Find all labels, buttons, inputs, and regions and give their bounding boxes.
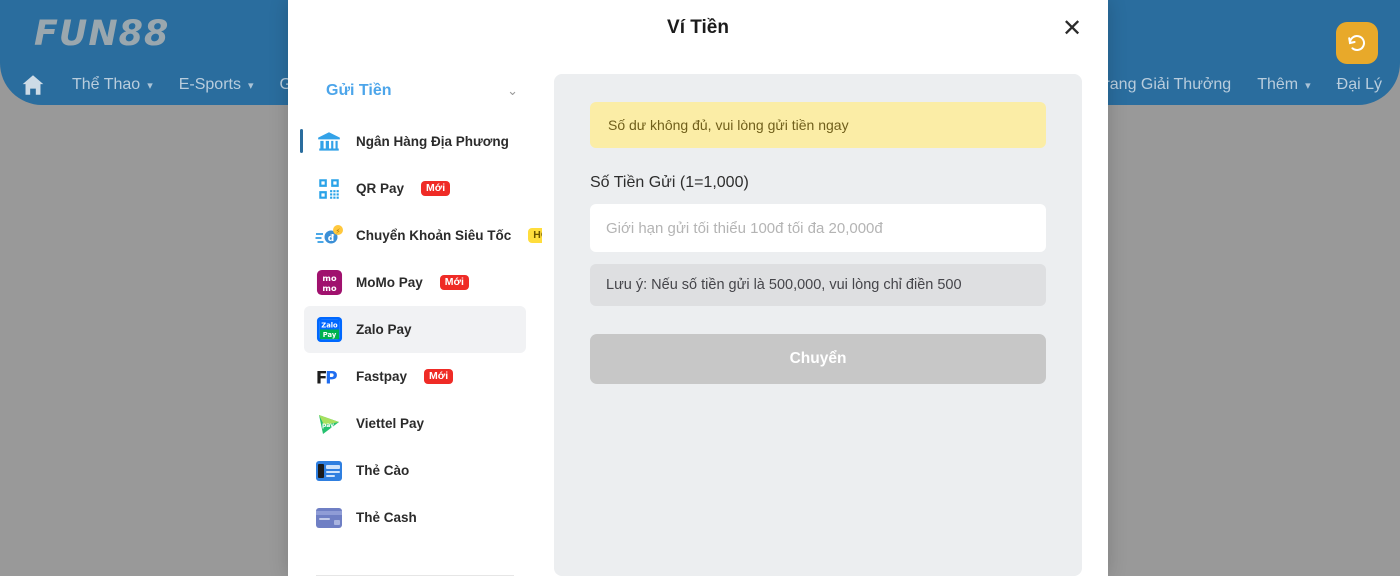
momo-icon: mo mo [314, 268, 344, 298]
nav-label: Trang Giải Thưởng [1095, 76, 1232, 93]
wallet-modal: Ví Tiền ✕ Gửi Tiền ⌄ Ngân Hàng Địa Phươn… [288, 0, 1108, 576]
page-root: FUN88 Thể Thao ▾ E-Sports ▾ G Trang Giải… [0, 0, 1400, 576]
payment-method-item[interactable]: pay Viettel Pay [304, 400, 526, 447]
nav-label: Thể Thao [72, 76, 141, 93]
chevron-down-icon[interactable]: ⌄ [507, 83, 518, 99]
zalopay-icon: Zalo Pay [314, 315, 344, 345]
badge-new: Mới [421, 180, 451, 197]
history-refresh-button[interactable] [1336, 22, 1378, 64]
qr-code-icon [314, 174, 344, 204]
insufficient-balance-alert: Số dư không đủ, vui lòng gửi tiền ngay [590, 102, 1046, 148]
badge-new: Mới [424, 368, 454, 385]
fast-transfer-icon: đ ⚡ [314, 221, 344, 251]
payment-method-label: Fastpay [356, 369, 408, 384]
payment-method-label: Zalo Pay [356, 322, 412, 337]
submit-transfer-button[interactable]: Chuyển [590, 334, 1046, 384]
bank-icon [314, 127, 344, 157]
payment-method-item[interactable]: QR Pay Mới [304, 165, 526, 212]
payment-method-item[interactable]: đ ⚡ Chuyển Khoản Siêu Tốc HOT [304, 212, 542, 259]
site-logo[interactable]: FUN88 [34, 14, 169, 54]
payment-method-label: QR Pay [356, 181, 405, 196]
nav-label: Đại Lý [1336, 76, 1382, 93]
chevron-down-icon: ▾ [247, 79, 254, 92]
close-icon[interactable]: ✕ [1058, 14, 1086, 42]
history-refresh-icon [1348, 35, 1365, 51]
chevron-down-icon: ▾ [147, 79, 153, 92]
nav-item-trang-giai-thuong[interactable]: Trang Giải Thưởng [1095, 76, 1231, 94]
sidebar-section-title: Gửi Tiền [326, 82, 392, 99]
payment-method-label: MoMo Pay [356, 275, 423, 290]
cash-card-icon [314, 503, 344, 533]
home-icon[interactable] [20, 72, 46, 98]
modal-body: Gửi Tiền ⌄ Ngân Hàng Địa Phương QR Pay M… [288, 56, 1108, 576]
payment-method-label: Ngân Hàng Địa Phương [356, 134, 509, 149]
payment-method-item[interactable]: F P Fastpay Mới [304, 353, 526, 400]
nav-item-dai-ly[interactable]: Đại Lý [1337, 76, 1382, 94]
nav-label: Thêm [1257, 76, 1299, 93]
payment-method-item-selected[interactable]: Zalo Pay Zalo Pay [304, 306, 526, 353]
payment-method-item[interactable]: Thẻ Cash [304, 494, 526, 541]
svg-text:Zalo: Zalo [321, 322, 338, 330]
payment-method-label: Chuyển Khoản Siêu Tốc [356, 228, 512, 243]
svg-text:pay: pay [322, 422, 334, 429]
svg-text:Pay: Pay [322, 331, 336, 339]
svg-text:mo: mo [322, 283, 337, 293]
modal-title: Ví Tiền [667, 17, 729, 38]
primary-nav-right: Trang Giải Thưởng Thêm ▾ Đại Lý [1095, 68, 1382, 102]
modal-header: Ví Tiền ✕ [288, 0, 1108, 56]
payment-method-item[interactable]: Ngân Hàng Địa Phương [300, 118, 526, 165]
selection-indicator [300, 129, 303, 153]
nav-item-them[interactable]: Thêm ▾ [1257, 76, 1310, 94]
badge-new: Mới [439, 274, 469, 291]
deposit-hint-text: Lưu ý: Nếu số tiền gửi là 500,000, vui l… [590, 264, 1046, 306]
payment-method-label: Thẻ Cash [356, 510, 417, 525]
payment-methods-sidebar: Gửi Tiền ⌄ Ngân Hàng Địa Phương QR Pay M… [288, 56, 542, 576]
svg-text:mo: mo [322, 273, 337, 283]
payment-method-list: Ngân Hàng Địa Phương QR Pay Mới đ ⚡ Chuy… [288, 118, 542, 567]
nav-label: E-Sports [178, 76, 241, 93]
payment-method-label: Thẻ Cào [356, 463, 410, 478]
payment-method-label: Viettel Pay [356, 416, 425, 431]
fastpay-icon: F P [314, 362, 344, 392]
payment-method-item[interactable]: mo mo MoMo Pay Mới [304, 259, 526, 306]
chevron-down-icon: ▾ [1305, 79, 1311, 92]
deposit-form-panel: Số dư không đủ, vui lòng gửi tiền ngay S… [554, 74, 1082, 576]
amount-field-label: Số Tiền Gửi (1=1,000) [590, 174, 749, 191]
deposit-amount-input[interactable] [590, 204, 1046, 252]
nav-item-the-thao[interactable]: Thể Thao ▾ [72, 76, 153, 94]
svg-text:đ: đ [328, 234, 335, 244]
svg-text:P: P [325, 367, 337, 387]
scratch-card-icon [314, 456, 344, 486]
payment-method-item[interactable]: Thẻ Cào [304, 447, 526, 494]
badge-hot: HOT [528, 227, 542, 244]
nav-item-esports[interactable]: E-Sports ▾ [179, 76, 254, 94]
viettelpay-icon: pay [314, 409, 344, 439]
sidebar-section-header[interactable]: Gửi Tiền ⌄ [288, 74, 542, 108]
svg-text:⚡: ⚡ [336, 227, 341, 235]
